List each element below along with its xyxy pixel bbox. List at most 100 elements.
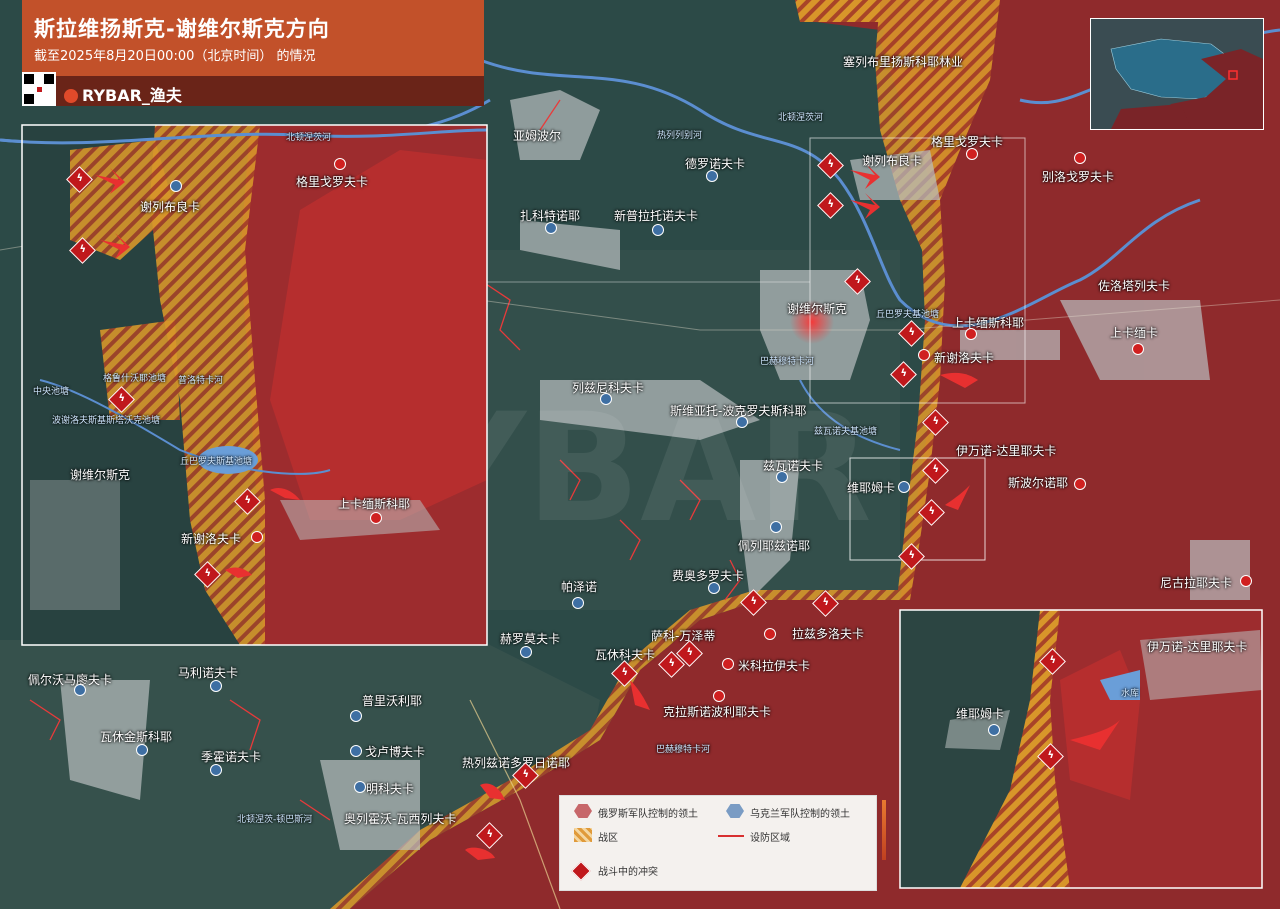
label-belogorovka: 别洛戈罗夫卡 bbox=[1042, 170, 1115, 184]
legend-defense: 设防区域 bbox=[750, 833, 790, 844]
label-novoselovka: 新普拉托诺夫卡 bbox=[614, 209, 699, 223]
ua-settlement-marker bbox=[706, 170, 718, 182]
ua-settlement-marker bbox=[354, 781, 366, 793]
label-inset-reservoir: 丘巴罗夫斯基池塘 bbox=[180, 457, 253, 467]
map-legend: 俄罗斯军队控制的领土 乌克兰军队控制的领土 战区 设防区域 战斗中的冲突 bbox=[559, 795, 877, 891]
inset-left bbox=[0, 125, 488, 645]
label-verkhnekamenka: 上卡缅斯科耶 bbox=[952, 316, 1025, 330]
label-inset-seversk: 谢维尔斯克 bbox=[70, 468, 131, 482]
ukraine-swatch-icon bbox=[726, 804, 744, 818]
ru-settlement-marker bbox=[722, 658, 734, 670]
legend-accent-bar bbox=[882, 800, 886, 860]
label-inset-ponds1: 格鲁什沃耶池塘 bbox=[103, 374, 167, 384]
label-inset-ponds3: 中央池塘 bbox=[33, 387, 70, 397]
label-razdolovka: 拉兹多洛夫卡 bbox=[792, 627, 865, 641]
label-seversk: 谢维尔斯克 bbox=[787, 302, 848, 316]
label-serebryanka: 谢列布良卡 bbox=[862, 154, 923, 168]
label-pereezdnoe: 佩列耶兹诺耶 bbox=[738, 539, 811, 553]
label-ivano-daryevka: 伊万诺-达里耶夫卡 bbox=[956, 444, 1057, 458]
weibo-icon bbox=[64, 89, 78, 103]
label-vasilkovo: 瓦休金斯科耶 bbox=[100, 730, 173, 744]
legend-battle-zone: 战区 bbox=[598, 833, 618, 844]
map-title: 斯拉维扬斯克-谢维尔斯克方向 bbox=[34, 17, 330, 41]
brand-text: RYBAR_渔夫 bbox=[82, 86, 182, 105]
legend-russia: 俄罗斯军队控制的领土 bbox=[598, 809, 698, 820]
label-bakhmutka2: 巴赫穆特卡河 bbox=[656, 745, 711, 755]
label-pazeno: 帕泽诺 bbox=[561, 580, 598, 594]
label-tikhonovka: 季霍诺夫卡 bbox=[201, 750, 262, 764]
ua-settlement-marker bbox=[350, 745, 362, 757]
ru-settlement-marker bbox=[965, 328, 977, 340]
ru-settlement-marker bbox=[966, 148, 978, 160]
label-verkhnekamenka2: 上卡缅卡 bbox=[1110, 326, 1159, 340]
ua-settlement-marker bbox=[350, 710, 362, 722]
ua-settlement-marker bbox=[770, 521, 782, 533]
label-siverskyi: 热列列别河 bbox=[657, 131, 703, 141]
legend-clash: 战斗中的冲突 bbox=[598, 867, 658, 878]
label-orekhovo: 奥列霍沃-瓦西列夫卡 bbox=[344, 812, 457, 826]
qr-code-icon bbox=[22, 72, 56, 106]
label-malinovka: 马利诺夫卡 bbox=[178, 666, 239, 680]
label-donets-north: 北顿涅茨河 bbox=[778, 113, 824, 123]
label-privolie: 普里沃利耶 bbox=[362, 694, 423, 708]
ua-settlement-marker bbox=[210, 680, 222, 692]
label-grigorovka: 格里戈罗夫卡 bbox=[931, 135, 1004, 149]
label-inset-novoselovka: 新谢洛夫卡 bbox=[181, 532, 242, 546]
ru-settlement-marker bbox=[1074, 152, 1086, 164]
label-krasnopolyevka: 克拉斯诺波利耶夫卡 bbox=[663, 705, 772, 719]
ua-settlement-marker bbox=[136, 744, 148, 756]
label-novoselovka2: 新谢洛夫卡 bbox=[934, 351, 995, 365]
label-inset-ponds2: 普洛特卡河 bbox=[178, 376, 224, 386]
label-yampol: 亚姆波尔 bbox=[513, 129, 562, 143]
label-inset-verkhnekamenka: 上卡缅斯科耶 bbox=[338, 497, 411, 511]
ua-settlement-marker bbox=[898, 481, 910, 493]
label-inset-donets: 北顿涅茨河 bbox=[286, 133, 332, 143]
label-spornoe: 斯波尔诺耶 bbox=[1008, 476, 1069, 490]
label-fedorovka: 费奥多罗夫卡 bbox=[672, 569, 745, 583]
ua-settlement-marker bbox=[600, 393, 612, 405]
ua-settlement-marker bbox=[652, 224, 664, 236]
label-inset2-vyemka: 维耶姆卡 bbox=[956, 707, 1005, 721]
label-zheleznodorozhnoe: 热列兹诺多罗日诺耶 bbox=[462, 756, 571, 770]
legend-ukraine: 乌克兰军队控制的领土 bbox=[750, 809, 850, 820]
ua-settlement-marker bbox=[736, 416, 748, 428]
battle-swatch-icon bbox=[574, 828, 592, 842]
label-zvanovka: 兹瓦诺夫卡 bbox=[763, 459, 824, 473]
label-nikolaevka: 尼古拉耶夫卡 bbox=[1160, 576, 1233, 590]
label-mikolaivka: 米科拉伊夫卡 bbox=[738, 659, 811, 673]
label-dronovka: 德罗诺夫卡 bbox=[685, 157, 746, 171]
ua-settlement-marker bbox=[776, 471, 788, 483]
label-inset-grigorovka: 格里戈罗夫卡 bbox=[296, 175, 369, 189]
ua-settlement-marker bbox=[210, 764, 222, 776]
ru-settlement-marker bbox=[764, 628, 776, 640]
label-reservoir: 丘巴罗夫基池塘 bbox=[876, 310, 940, 320]
brand-label: RYBAR_渔夫 bbox=[64, 82, 182, 106]
ru-settlement-marker bbox=[1240, 575, 1252, 587]
label-golubovka: 戈卢博夫卡 bbox=[365, 745, 426, 759]
label-vyemka: 维耶姆卡 bbox=[847, 481, 896, 495]
ua-settlement-marker bbox=[988, 724, 1000, 736]
defense-line-icon bbox=[718, 835, 744, 837]
label-inset-serebryanka: 谢列布良卡 bbox=[140, 200, 201, 214]
label-zvanovka-ponds: 兹瓦诺夫基池塘 bbox=[814, 427, 878, 437]
clash-legend-icon bbox=[571, 861, 591, 881]
ru-settlement-marker bbox=[713, 690, 725, 702]
russia-swatch-icon bbox=[574, 804, 592, 818]
label-bakhmutka: 巴赫穆特卡河 bbox=[760, 357, 815, 367]
ru-settlement-marker bbox=[251, 531, 263, 543]
minimap-svg bbox=[1091, 19, 1263, 129]
ua-settlement-marker bbox=[74, 684, 86, 696]
label-canal: 北顿涅茨-顿巴斯河 bbox=[237, 815, 313, 825]
label-inset2-reservoir: 水库 bbox=[1121, 689, 1140, 699]
label-pervomaisk: 佩尔沃马廖夫卡 bbox=[28, 673, 113, 687]
ua-settlement-marker bbox=[520, 646, 532, 658]
ru-settlement-marker bbox=[334, 158, 346, 170]
ua-settlement-marker bbox=[708, 582, 720, 594]
label-inset2-ivano: 伊万诺-达里耶夫卡 bbox=[1147, 640, 1248, 654]
label-zolotarevka: 佐洛塔列夫卡 bbox=[1098, 279, 1171, 293]
ua-settlement-marker bbox=[170, 180, 182, 192]
label-sakko-vantsetti: 萨科-万泽蒂 bbox=[651, 629, 716, 643]
label-seversk-forest: 塞列布里扬斯科耶林业 bbox=[843, 55, 964, 69]
label-gremyachaya: 赫罗莫夫卡 bbox=[500, 632, 561, 646]
ru-settlement-marker bbox=[1074, 478, 1086, 490]
